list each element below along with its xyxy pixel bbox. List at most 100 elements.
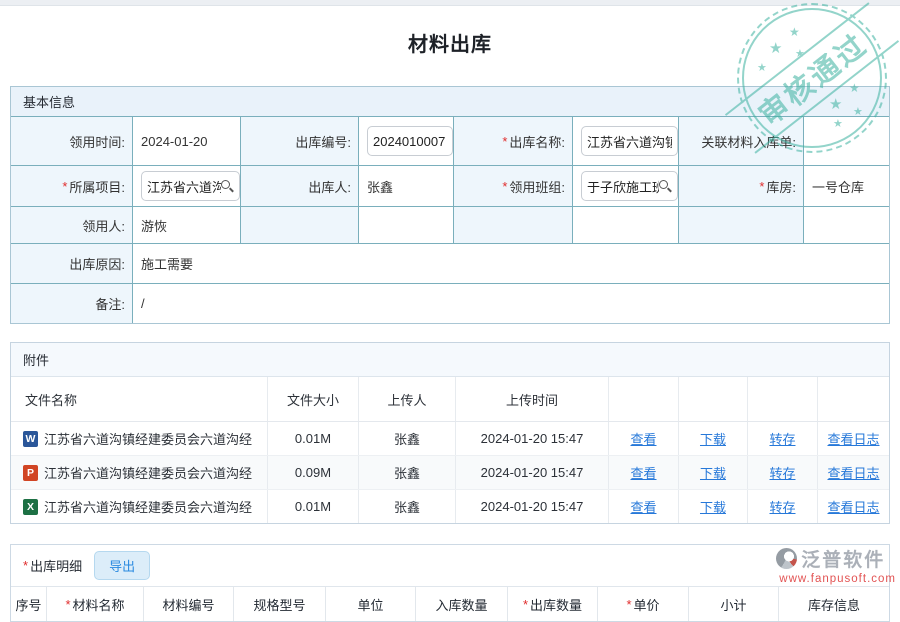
page-title: 材料出库 <box>0 28 900 57</box>
excel-file-icon: X <box>23 499 38 515</box>
star-icon: ★ <box>757 61 767 74</box>
attachment-action-cell: 下载 <box>679 422 748 455</box>
view-link[interactable]: 查看 <box>630 497 656 516</box>
empty-label-cell <box>454 207 573 243</box>
outbound-no-input[interactable]: 2024010007 <box>367 126 453 156</box>
detail-col-header: 入库数量 <box>416 587 508 621</box>
detail-col-header: 规格型号 <box>234 587 326 621</box>
attach-col-header-empty <box>818 377 889 421</box>
attachment-uploader: 张鑫 <box>359 490 456 523</box>
vendor-watermark: 泛普软件 www.fanpusoft.com <box>776 545 896 585</box>
outbound-name-label: * 出库名称: <box>454 117 573 165</box>
attachment-action-cell: 查看 <box>609 422 679 455</box>
detail-section-header: * 出库明细 导出 <box>11 545 889 587</box>
attachment-action-cell: 查看日志 <box>818 490 889 523</box>
receiver-label: 领用人: <box>11 207 133 243</box>
attach-col-header-empty <box>679 377 748 421</box>
attachment-action-cell: 下载 <box>679 456 748 489</box>
transfer-link[interactable]: 转存 <box>769 463 795 482</box>
related-inbound-value <box>804 117 889 165</box>
receive-team-label: * 领用班组: <box>454 166 573 206</box>
attachment-uploader: 张鑫 <box>359 422 456 455</box>
download-link[interactable]: 下载 <box>700 497 726 516</box>
warehouse-value: 一号仓库 <box>804 166 889 206</box>
attachments-header: 附件 <box>11 343 889 377</box>
attachment-action-cell: 转存 <box>748 456 818 489</box>
top-strip <box>0 0 900 6</box>
download-link[interactable]: 下载 <box>700 429 726 448</box>
empty-value-cell <box>359 207 454 243</box>
related-inbound-label: 关联材料入库单: <box>679 117 804 165</box>
view-log-link[interactable]: 查看日志 <box>827 463 879 482</box>
basic-row-1: 领用时间: 2024-01-20 出库编号: 2024010007 * 出库名称… <box>11 117 889 165</box>
detail-table-header: 序号*材料名称材料编号规格型号单位入库数量*出库数量*单价小计库存信息 <box>11 587 889 621</box>
basic-row-4: 出库原因: 施工需要 <box>11 243 889 283</box>
outbound-no-cell: 2024010007 <box>359 117 454 165</box>
receive-time-label: 领用时间: <box>11 117 133 165</box>
remark-value: / <box>133 284 889 323</box>
detail-section-title: 出库明细 <box>30 556 82 575</box>
empty-label-cell <box>241 207 359 243</box>
receiver-value: 游恢 <box>133 207 241 243</box>
empty-value-cell <box>804 207 889 243</box>
project-picker-input[interactable]: 江苏省六道沟 <box>141 171 240 201</box>
view-link[interactable]: 查看 <box>630 463 656 482</box>
attachment-file-size: 0.09M <box>268 456 359 489</box>
outbound-name-input[interactable]: 江苏省六道沟镇 <box>581 126 678 156</box>
attachment-action-cell: 转存 <box>748 490 818 523</box>
empty-label-cell <box>679 207 804 243</box>
search-icon[interactable] <box>221 180 234 193</box>
detail-col-header: 序号 <box>11 587 47 621</box>
word-file-icon: W <box>23 431 38 447</box>
attachments-section: 附件 文件名称文件大小上传人上传时间 W 江苏省六道沟镇经建委员会六道沟经 0.01… <box>10 342 890 524</box>
attach-col-header: 文件名称 <box>11 377 268 421</box>
attachment-action-cell: 转存 <box>748 422 818 455</box>
attachment-file-name[interactable]: W 江苏省六道沟镇经建委员会六道沟经 <box>11 422 268 455</box>
view-log-link[interactable]: 查看日志 <box>827 497 879 516</box>
attachment-action-cell: 查看日志 <box>818 456 889 489</box>
required-mark: * <box>626 597 631 612</box>
detail-col-header: 单位 <box>326 587 416 621</box>
outbound-person-label: 出库人: <box>241 166 359 206</box>
attachment-file-name-text: 江苏省六道沟镇经建委员会六道沟经 <box>44 429 252 448</box>
receive-team-cell: 于子欣施工班 <box>573 166 679 206</box>
attach-col-header: 上传时间 <box>456 377 609 421</box>
transfer-link[interactable]: 转存 <box>769 497 795 516</box>
remark-label: 备注: <box>11 284 133 323</box>
reason-value: 施工需要 <box>133 244 889 283</box>
empty-value-cell <box>573 207 679 243</box>
attach-col-header: 上传人 <box>359 377 456 421</box>
receive-team-picker-input[interactable]: 于子欣施工班 <box>581 171 678 201</box>
attachments-table-header: 文件名称文件大小上传人上传时间 <box>11 377 889 422</box>
basic-info-header: 基本信息 <box>11 87 889 117</box>
detail-col-header: *单价 <box>598 587 689 621</box>
vendor-url: www.fanpusoft.com <box>776 573 896 585</box>
detail-col-header: *材料名称 <box>47 587 144 621</box>
receive-time-value: 2024-01-20 <box>133 117 241 165</box>
attachment-file-name-text: 江苏省六道沟镇经建委员会六道沟经 <box>44 463 252 482</box>
attachment-file-name[interactable]: X江苏省六道沟镇经建委员会六道沟经 <box>11 490 268 523</box>
detail-col-header: 小计 <box>689 587 779 621</box>
attachment-action-cell: 查看日志 <box>818 422 889 455</box>
attach-col-header-empty <box>609 377 679 421</box>
ppt-file-icon: P <box>23 465 38 481</box>
attachment-action-cell: 查看 <box>609 456 679 489</box>
basic-row-5: 备注: / <box>11 283 889 323</box>
outbound-name-cell: 江苏省六道沟镇 <box>573 117 679 165</box>
attachment-file-name[interactable]: P 江苏省六道沟镇经建委员会六道沟经 <box>11 456 268 489</box>
attachment-upload-time: 2024-01-20 15:47 <box>456 456 609 489</box>
transfer-link[interactable]: 转存 <box>769 429 795 448</box>
export-button[interactable]: 导出 <box>94 551 150 580</box>
attachment-file-size: 0.01M <box>268 490 359 523</box>
attachment-upload-time: 2024-01-20 15:47 <box>456 490 609 523</box>
search-icon[interactable] <box>659 180 672 193</box>
detail-col-header: *出库数量 <box>508 587 598 621</box>
attachment-upload-time: 2024-01-20 15:47 <box>456 422 609 455</box>
view-log-link[interactable]: 查看日志 <box>827 429 879 448</box>
vendor-logo-icon <box>776 548 797 569</box>
project-cell: 江苏省六道沟 <box>133 166 241 206</box>
attachment-uploader: 张鑫 <box>359 456 456 489</box>
vendor-brand: 泛普软件 <box>801 545 885 572</box>
download-link[interactable]: 下载 <box>700 463 726 482</box>
view-link[interactable]: 查看 <box>630 429 656 448</box>
